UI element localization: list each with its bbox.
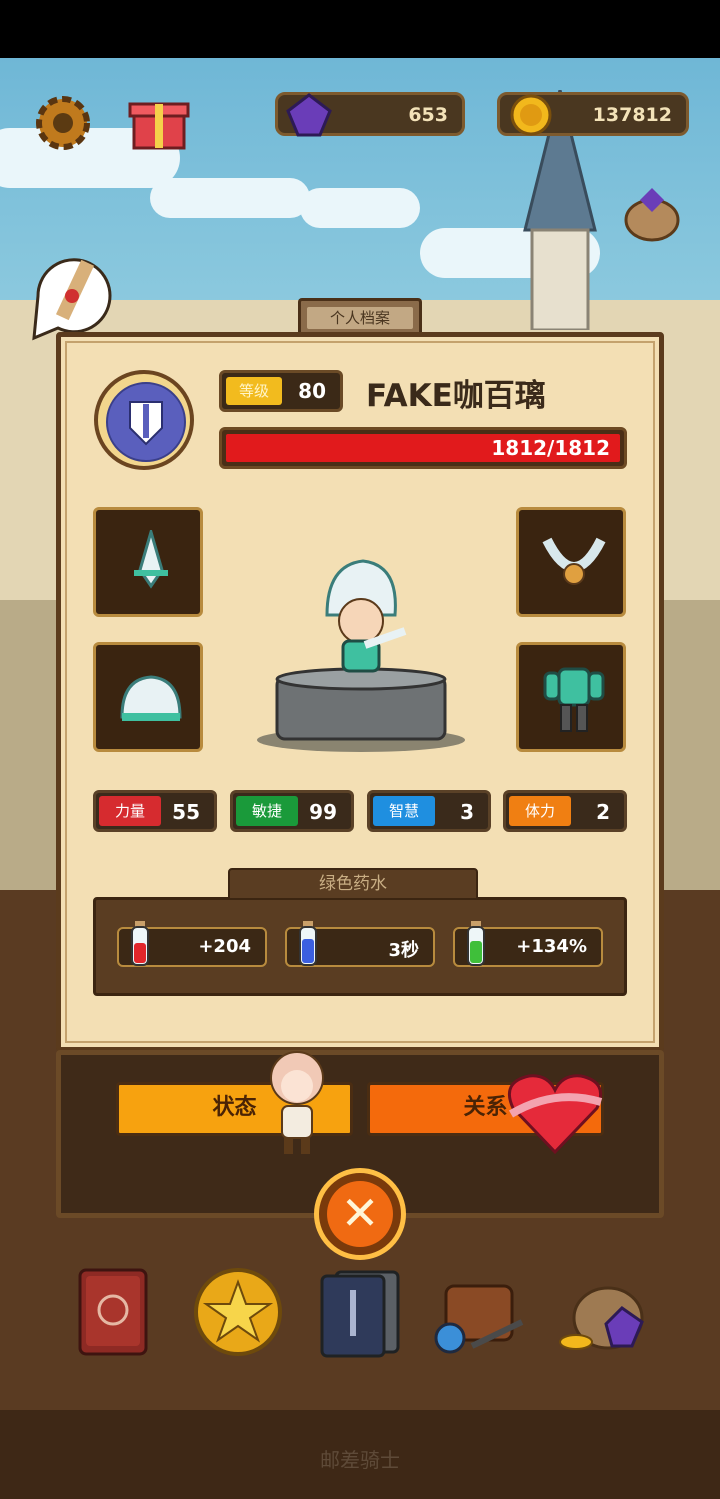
coin-count: 137812 bbox=[592, 104, 672, 126]
card-deck-icon[interactable] bbox=[312, 1262, 408, 1358]
green-potion-icon bbox=[467, 921, 485, 966]
inventory-bag-icon[interactable] bbox=[432, 1262, 528, 1358]
potion-boost[interactable]: +134% bbox=[453, 921, 603, 967]
player-name: FAKE咖百璃 bbox=[366, 378, 546, 414]
shield-sword-icon bbox=[129, 401, 163, 446]
heart-relation-icon bbox=[508, 1074, 603, 1155]
hp-bar: 1812/1812 bbox=[219, 427, 627, 469]
potion-heal[interactable]: +204 bbox=[117, 921, 267, 967]
gem-bag-icon[interactable] bbox=[620, 180, 684, 244]
star-coin-icon[interactable] bbox=[190, 1262, 286, 1358]
stat-value: 55 bbox=[172, 800, 200, 824]
footer-title: 邮差骑士 bbox=[320, 1448, 400, 1472]
close-icon: ✕ bbox=[327, 1181, 393, 1247]
knight-character[interactable] bbox=[255, 555, 467, 755]
stat-label: 敏捷 bbox=[236, 796, 298, 826]
guild-emblem[interactable] bbox=[94, 370, 194, 470]
status-bar bbox=[0, 0, 720, 58]
potion-duration-value: 3秒 bbox=[388, 940, 419, 961]
companion-girl-icon bbox=[270, 1051, 324, 1154]
level-label: 等级 bbox=[226, 377, 282, 405]
stat-label: 体力 bbox=[509, 796, 571, 826]
helmet-icon bbox=[120, 675, 182, 721]
gem-icon bbox=[286, 93, 332, 137]
stat-value: 99 bbox=[309, 800, 337, 824]
treasure-bag-icon[interactable] bbox=[556, 1262, 652, 1358]
hourglass-potion-icon bbox=[299, 921, 317, 966]
potion-section-title: 绿色药水 bbox=[228, 868, 478, 900]
stat-wisdom: 智慧 3 bbox=[367, 790, 491, 832]
gift-box-icon[interactable] bbox=[128, 90, 190, 152]
level-badge: 等级 80 bbox=[219, 370, 343, 412]
close-button[interactable]: ✕ bbox=[314, 1168, 406, 1260]
level-value: 80 bbox=[298, 379, 326, 403]
armor-icon bbox=[543, 667, 605, 732]
stat-stamina: 体力 2 bbox=[503, 790, 627, 832]
equip-slot-helmet[interactable] bbox=[93, 642, 203, 752]
hp-text: 1812/1812 bbox=[491, 436, 610, 460]
heart-potion-icon bbox=[131, 921, 149, 966]
gem-counter[interactable]: 653 bbox=[275, 92, 465, 137]
equip-slot-amulet[interactable] bbox=[516, 507, 626, 617]
potion-heal-value: +204 bbox=[198, 936, 251, 957]
stat-value: 2 bbox=[596, 800, 610, 824]
gem-count: 653 bbox=[408, 104, 448, 126]
potion-boost-value: +134% bbox=[516, 936, 587, 957]
settings-gear-icon[interactable] bbox=[30, 90, 96, 156]
coin-icon bbox=[510, 94, 552, 136]
stat-value: 3 bbox=[460, 800, 474, 824]
stat-label: 智慧 bbox=[373, 796, 435, 826]
amulet-icon bbox=[542, 537, 606, 585]
journal-book-icon[interactable] bbox=[70, 1262, 166, 1358]
weapon-icon bbox=[134, 530, 168, 589]
coin-counter[interactable]: 137812 bbox=[497, 92, 689, 136]
stat-label: 力量 bbox=[99, 796, 161, 826]
equip-slot-armor[interactable] bbox=[516, 642, 626, 752]
potion-duration[interactable]: 3秒 bbox=[285, 921, 435, 967]
tab-profile-label: 个人档案 bbox=[307, 307, 413, 329]
stat-strength: 力量 55 bbox=[93, 790, 217, 832]
stat-agility: 敏捷 99 bbox=[230, 790, 354, 832]
quest-scroll-bubble-icon[interactable] bbox=[28, 250, 120, 342]
tab-profile[interactable]: 个人档案 bbox=[298, 298, 422, 334]
equip-slot-weapon[interactable] bbox=[93, 507, 203, 617]
